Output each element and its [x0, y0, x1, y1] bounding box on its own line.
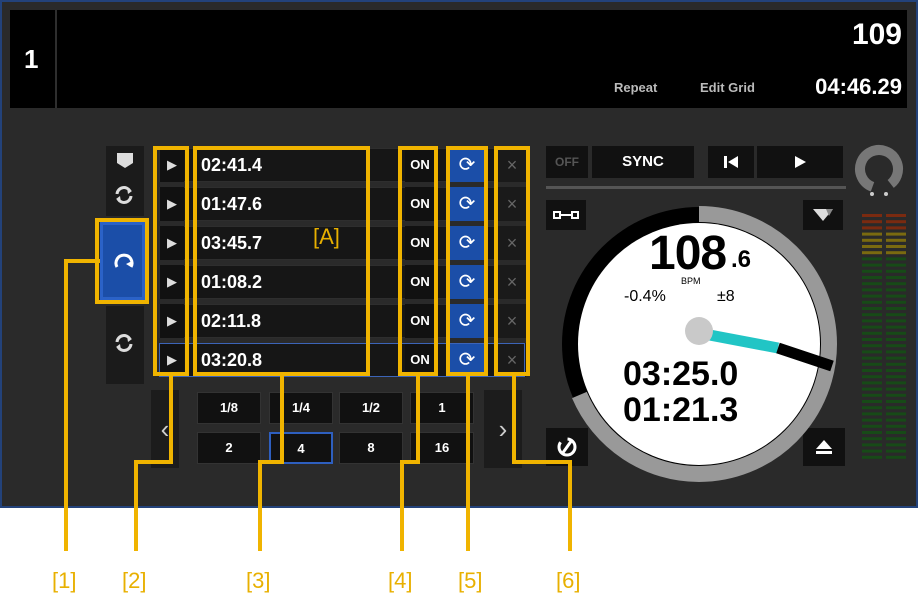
leader-2h	[134, 460, 171, 464]
cue-marker-icon[interactable]	[115, 150, 135, 170]
gain-knob[interactable]	[852, 142, 906, 196]
remaining-time: 01:21.3	[623, 391, 739, 429]
skip-back-icon	[724, 156, 738, 168]
loop-mode-icon[interactable]	[109, 182, 139, 208]
callout-box-3	[193, 146, 370, 376]
callout-label: [5]	[458, 568, 483, 593]
deck-header	[10, 10, 907, 108]
platter-bpm-decimal: .6	[731, 246, 752, 273]
leader-4v	[400, 460, 404, 551]
edit-grid-button[interactable]: Edit Grid	[700, 80, 755, 95]
beat-size-button[interactable]: 1/8	[197, 392, 261, 424]
callout-label-a: [A]	[313, 224, 340, 249]
leader-6v	[568, 460, 572, 551]
off-button[interactable]: OFF	[546, 146, 588, 178]
play-button[interactable]	[757, 146, 843, 178]
beat-next-arrow[interactable]: ›	[484, 390, 522, 468]
callout-label: [1]	[52, 568, 77, 593]
leader-6v-top	[512, 374, 516, 464]
skip-back-button[interactable]	[708, 146, 754, 178]
leader-1v	[64, 259, 68, 551]
loop-sync-icon[interactable]	[110, 330, 138, 356]
leader-6h	[512, 460, 572, 464]
platter-center	[685, 317, 713, 345]
beat-size-button[interactable]: 1/2	[339, 392, 403, 424]
beat-size-button[interactable]: 2	[197, 432, 261, 464]
divider	[546, 186, 846, 189]
beat-size-button[interactable]: 8	[339, 432, 403, 464]
leader-4v-top	[416, 374, 420, 464]
leader-5v	[466, 374, 470, 551]
leader-2v-top	[169, 374, 173, 464]
play-icon	[795, 156, 806, 168]
leader-3v-top	[280, 374, 284, 464]
repeat-button[interactable]: Repeat	[614, 80, 657, 95]
leader-3v	[258, 460, 262, 551]
callout-box-4	[398, 146, 438, 376]
callout-label: [4]	[388, 568, 413, 593]
callout-box-2	[153, 146, 189, 376]
elapsed-time: 03:25.0	[623, 355, 739, 393]
level-meter	[862, 214, 906, 459]
leader-2v	[134, 460, 138, 551]
pitch-range: ±8	[717, 288, 735, 305]
header-bpm: 109	[851, 18, 902, 51]
callout-box-6	[494, 146, 530, 376]
pitch-value: -0.4%	[624, 288, 666, 305]
leader-1h	[64, 259, 100, 263]
callout-label: [3]	[246, 568, 271, 593]
beat-prev-arrow[interactable]: ‹	[151, 390, 179, 468]
sync-button[interactable]: SYNC	[592, 146, 694, 178]
beat-size-button[interactable]: 1/4	[269, 392, 333, 424]
callout-label: [2]	[122, 568, 147, 593]
platter-bpm-unit: BPM	[681, 276, 701, 286]
callout-box-1	[95, 218, 149, 304]
platter-bpm: 108	[649, 227, 727, 280]
callout-label: [6]	[556, 568, 581, 593]
callout-box-5	[446, 146, 488, 376]
header-time: 04:46.29	[815, 74, 902, 99]
deck-number: 1	[24, 44, 39, 74]
